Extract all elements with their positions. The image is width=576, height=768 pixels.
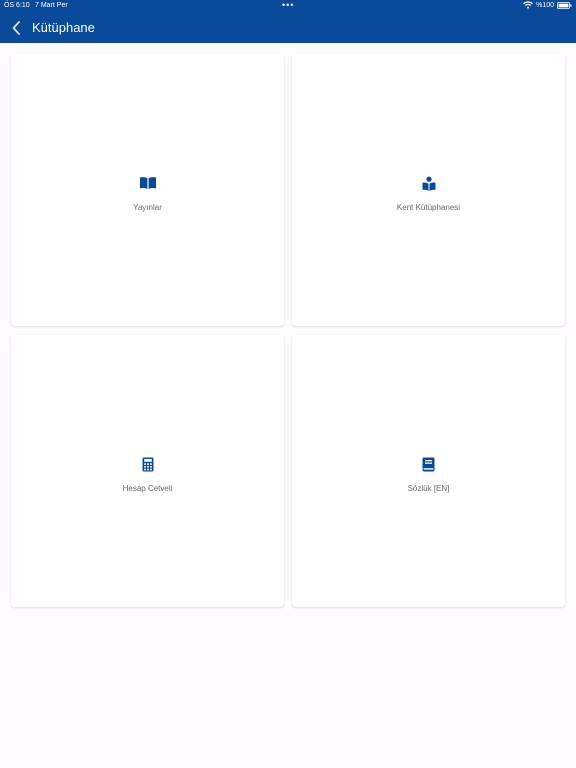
book-open-icon	[139, 176, 157, 192]
tile-kent-kutuphanesi[interactable]: Kent Kütüphanesi	[292, 54, 565, 326]
calculator-icon	[139, 457, 157, 473]
nav-bar: Kütüphane	[0, 13, 576, 43]
tile-content: Sözlük [EN]	[292, 457, 565, 496]
battery-icon	[557, 1, 572, 9]
tile-label: Sözlük [EN]	[407, 484, 450, 493]
chevron-left-icon	[12, 21, 20, 35]
back-button[interactable]	[8, 19, 26, 37]
wifi-icon	[523, 1, 534, 9]
status-time: ÖS 6:10	[4, 2, 30, 9]
tile-content: Hesap Cetveli	[11, 457, 284, 496]
tile-content: Kent Kütüphanesi	[292, 176, 565, 215]
status-bar: ÖS 6:10 7 Mart Per ••• %100	[0, 0, 576, 12]
book-reader-icon	[420, 176, 438, 192]
tile-label: Kent Kütüphanesi	[396, 203, 461, 212]
tile-sozluk-en[interactable]: Sözlük [EN]	[292, 335, 565, 607]
tile-yayinlar[interactable]: Yayınlar	[11, 54, 284, 326]
page-title: Kütüphane	[32, 20, 95, 35]
status-date: 7 Mart Per	[35, 2, 68, 9]
multitasking-dots[interactable]: •••	[282, 0, 294, 10]
tile-content: Yayınlar	[11, 176, 284, 215]
app-header: ÖS 6:10 7 Mart Per ••• %100 Kütüphane	[0, 0, 576, 43]
status-right: %100	[523, 1, 572, 9]
tile-hesap-cetveli[interactable]: Hesap Cetveli	[11, 335, 284, 607]
tile-label: Yayınlar	[133, 203, 162, 212]
tile-label: Hesap Cetveli	[122, 484, 173, 493]
book-icon	[420, 457, 438, 473]
battery-percentage: %100	[536, 1, 554, 9]
